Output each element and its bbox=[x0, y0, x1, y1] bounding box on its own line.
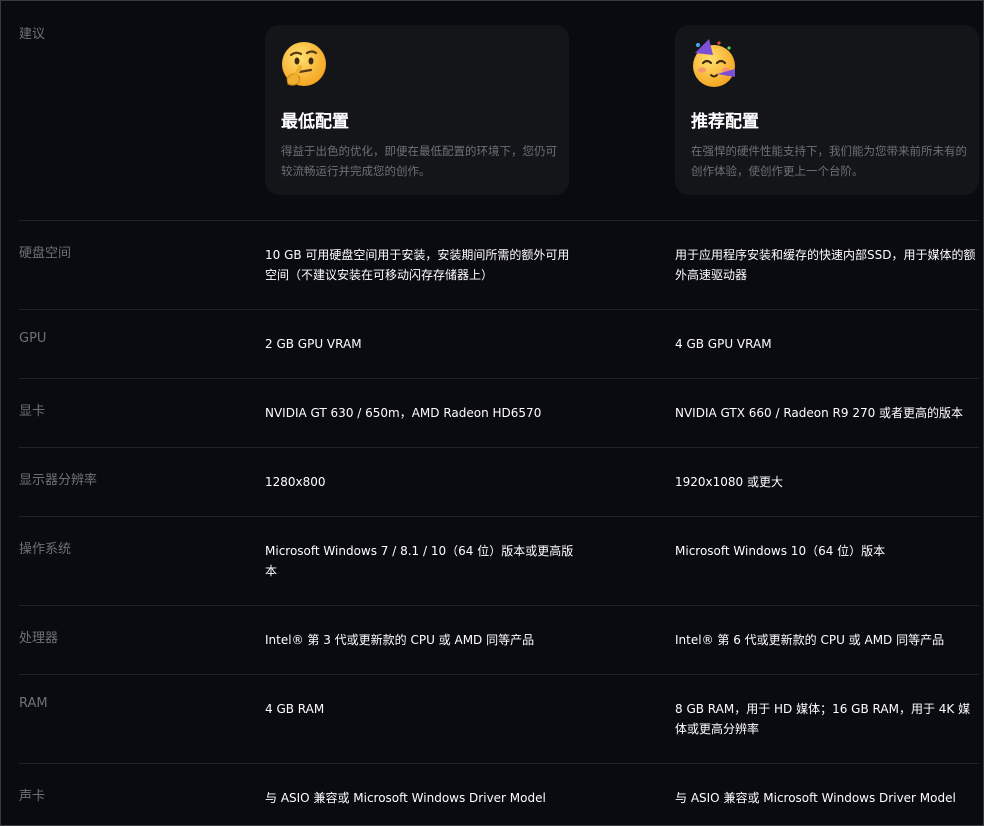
min-gpu-value: 2 GB GPU VRAM bbox=[265, 334, 577, 354]
rec-config-card: 推荐配置 在强悍的硬件性能支持下，我们能为您带来前所未有的创作体验，使创作更上一… bbox=[675, 25, 979, 195]
min-sound-value: 与 ASIO 兼容或 Microsoft Windows Driver Mode… bbox=[265, 788, 577, 808]
rec-resolution-value: 1920x1080 或更大 bbox=[675, 472, 981, 492]
row-divider bbox=[19, 220, 979, 221]
row-divider bbox=[19, 447, 979, 448]
page-frame: 建议 最低配置 得益于出色的优化，即便在最低配置的环境下，您仍可较流畅运行并完成… bbox=[0, 0, 984, 826]
row-label-graphics: 显卡 bbox=[19, 400, 45, 419]
partying-face-icon bbox=[689, 39, 739, 89]
row-label-resolution: 显示器分辨率 bbox=[19, 469, 97, 488]
rec-cpu-value: Intel® 第 6 代或更新款的 CPU 或 AMD 同等产品 bbox=[675, 630, 981, 650]
rec-ram-value: 8 GB RAM，用于 HD 媒体；16 GB RAM，用于 4K 媒体或更高分… bbox=[675, 699, 981, 739]
rec-config-title: 推荐配置 bbox=[691, 107, 759, 132]
min-ram-value: 4 GB RAM bbox=[265, 699, 577, 719]
rec-gpu-value: 4 GB GPU VRAM bbox=[675, 334, 981, 354]
min-disk-value: 10 GB 可用硬盘空间用于安装，安装期间所需的额外可用空间（不建议安装在可移动… bbox=[265, 245, 577, 285]
row-divider bbox=[19, 516, 979, 517]
min-config-title: 最低配置 bbox=[281, 107, 349, 132]
row-divider bbox=[19, 378, 979, 379]
rec-graphics-value: NVIDIA GTX 660 / Radeon R9 270 或者更高的版本 bbox=[675, 403, 981, 423]
min-cpu-value: Intel® 第 3 代或更新款的 CPU 或 AMD 同等产品 bbox=[265, 630, 577, 650]
row-label-os: 操作系统 bbox=[19, 538, 71, 557]
thinking-face-icon bbox=[279, 39, 329, 89]
min-resolution-value: 1280x800 bbox=[265, 472, 577, 492]
rec-os-value: Microsoft Windows 10（64 位）版本 bbox=[675, 541, 981, 561]
row-divider bbox=[19, 763, 979, 764]
min-graphics-value: NVIDIA GT 630 / 650m，AMD Radeon HD6570 bbox=[265, 403, 577, 423]
row-label-gpu: GPU bbox=[19, 331, 46, 346]
min-os-value: Microsoft Windows 7 / 8.1 / 10（64 位）版本或更… bbox=[265, 541, 577, 581]
header-label: 建议 bbox=[19, 23, 45, 42]
min-config-desc: 得益于出色的优化，即便在最低配置的环境下，您仍可较流畅运行并完成您的创作。 bbox=[281, 141, 557, 181]
min-config-card: 最低配置 得益于出色的优化，即便在最低配置的环境下，您仍可较流畅运行并完成您的创… bbox=[265, 25, 569, 195]
row-label-disk: 硬盘空间 bbox=[19, 242, 71, 261]
rec-sound-value: 与 ASIO 兼容或 Microsoft Windows Driver Mode… bbox=[675, 788, 981, 808]
row-label-ram: RAM bbox=[19, 696, 48, 711]
row-label-sound: 声卡 bbox=[19, 785, 45, 804]
row-divider bbox=[19, 605, 979, 606]
row-divider bbox=[19, 674, 979, 675]
row-divider bbox=[19, 309, 979, 310]
rec-config-desc: 在强悍的硬件性能支持下，我们能为您带来前所未有的创作体验，使创作更上一个台阶。 bbox=[691, 141, 967, 181]
rec-disk-value: 用于应用程序安装和缓存的快速内部SSD，用于媒体的额外高速驱动器 bbox=[675, 245, 981, 285]
row-label-cpu: 处理器 bbox=[19, 627, 58, 646]
